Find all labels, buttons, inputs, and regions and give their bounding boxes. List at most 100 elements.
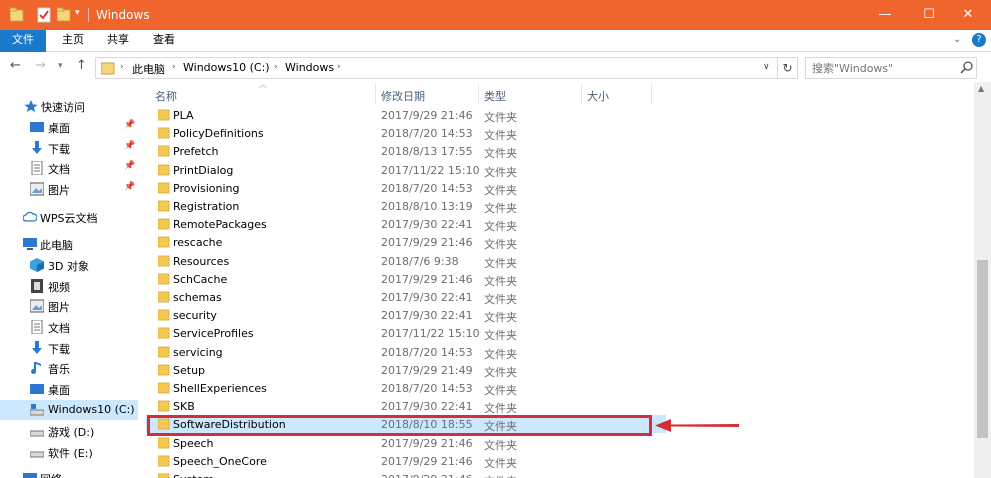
folder-icon — [158, 364, 170, 376]
nav-item-music[interactable]: 音乐 — [0, 358, 138, 378]
table-row[interactable]: PLA 2017/9/29 21:46 文件夹 — [146, 106, 666, 124]
nav-item-documents-pinned[interactable]: 文档 📌 — [0, 158, 138, 178]
customize-quick-access-icon[interactable]: ▾ — [75, 8, 85, 24]
breadcrumb-this-pc[interactable]: 此电脑 — [132, 61, 165, 77]
nav-item-label: 游戏 (D:) — [48, 426, 95, 439]
ribbon-tabs: 文件 主页 共享 查看 ⌄ ? — [0, 30, 991, 52]
pin-icon[interactable]: 📌 — [124, 161, 135, 171]
breadcrumb-separator-icon[interactable]: › — [337, 62, 341, 72]
vertical-scrollbar[interactable]: ▲ — [974, 82, 991, 478]
file-type: 文件夹 — [484, 329, 517, 343]
scrollbar-thumb[interactable] — [977, 260, 988, 438]
nav-item-videos[interactable]: 视频 — [0, 276, 138, 296]
nav-item-3d-objects[interactable]: 3D 对象 — [0, 255, 138, 275]
folder-icon — [158, 346, 170, 357]
address-bar[interactable]: › 此电脑 › Windows10 (C:) › Windows › ∨ — [95, 57, 778, 79]
column-divider[interactable] — [651, 84, 652, 104]
refresh-button[interactable]: ↻ — [778, 57, 798, 79]
nav-item-label: 图片 — [48, 301, 70, 314]
expand-ribbon-icon[interactable]: ⌄ — [953, 34, 961, 45]
search-icon[interactable] — [960, 60, 974, 74]
table-row[interactable]: schemas 2017/9/30 22:41 文件夹 — [146, 288, 666, 306]
breadcrumb-separator-icon[interactable]: › — [172, 62, 176, 72]
breadcrumb-windows[interactable]: Windows — [285, 61, 334, 74]
table-row[interactable]: ServiceProfiles 2017/11/22 15:10 文件夹 — [146, 324, 666, 342]
tab-share[interactable]: 共享 — [100, 30, 136, 52]
file-name: PrintDialog — [173, 163, 234, 177]
recent-locations-icon[interactable]: ▾ — [58, 61, 63, 71]
search-box[interactable] — [805, 57, 977, 79]
file-modified: 2018/7/20 14:53 — [381, 181, 473, 195]
table-row[interactable]: servicing 2018/7/20 14:53 文件夹 — [146, 343, 666, 361]
column-divider[interactable] — [375, 84, 376, 104]
help-icon[interactable]: ? — [972, 33, 986, 47]
column-divider[interactable] — [581, 84, 582, 104]
nav-item-this-pc[interactable]: 此电脑 — [0, 234, 138, 254]
table-row[interactable]: Prefetch 2018/8/13 17:55 文件夹 — [146, 142, 666, 160]
scroll-up-icon[interactable]: ▲ — [978, 84, 984, 93]
table-row[interactable]: SKB 2017/9/30 22:41 文件夹 — [146, 397, 666, 415]
pin-icon[interactable]: 📌 — [124, 141, 135, 151]
highlight-box — [147, 415, 652, 436]
table-row[interactable]: rescache 2017/9/29 21:46 文件夹 — [146, 233, 666, 251]
nav-item-drive-e[interactable]: 软件 (E:) — [0, 442, 138, 462]
drive-icon — [30, 451, 44, 458]
nav-item-drive-c[interactable]: Windows10 (C:) — [0, 400, 138, 420]
nav-item-pictures-pinned[interactable]: 图片 📌 — [0, 179, 138, 199]
back-arrow-icon[interactable]: ← — [10, 58, 21, 73]
folder-icon — [158, 473, 170, 478]
table-row[interactable]: RemotePackages 2017/9/30 22:41 文件夹 — [146, 215, 666, 233]
nav-item-pictures[interactable]: 图片 — [0, 296, 138, 316]
minimize-button[interactable]: — — [862, 0, 908, 30]
navigation-pane-scrollbar[interactable] — [138, 82, 146, 478]
file-modified: 2018/7/6 9:38 — [381, 254, 459, 268]
address-dropdown-icon[interactable]: ∨ — [763, 62, 770, 72]
table-row[interactable]: Speech 2017/9/29 21:46 文件夹 — [146, 434, 666, 452]
file-name: Prefetch — [173, 145, 219, 159]
table-row[interactable]: ShellExperiences 2018/7/20 14:53 文件夹 — [146, 379, 666, 397]
breadcrumb-drive[interactable]: Windows10 (C:) — [183, 61, 270, 74]
table-row[interactable]: Resources 2018/7/6 9:38 文件夹 — [146, 252, 666, 270]
column-type-header[interactable]: 类型 — [484, 88, 506, 104]
column-divider[interactable] — [478, 84, 479, 104]
tab-view[interactable]: 查看 — [146, 30, 182, 52]
table-row[interactable]: PrintDialog 2017/11/22 15:10 文件夹 — [146, 161, 666, 179]
breadcrumb-separator-icon[interactable]: › — [120, 62, 124, 72]
nav-item-documents[interactable]: 文档 — [0, 317, 138, 337]
table-row[interactable]: Speech_OneCore 2017/9/29 21:46 文件夹 — [146, 452, 666, 470]
nav-item-desktop-pinned[interactable]: 桌面 📌 — [0, 117, 138, 137]
nav-item-wps-cloud[interactable]: WPS云文档 — [0, 207, 138, 227]
tab-home[interactable]: 主页 — [55, 30, 91, 52]
column-size-header[interactable]: 大小 — [587, 88, 609, 104]
forward-arrow-icon[interactable]: → — [35, 58, 46, 73]
table-row[interactable]: System 2017/9/29 21:46 文件夹 — [146, 470, 666, 478]
nav-item-downloads[interactable]: 下载 — [0, 338, 138, 358]
search-input[interactable] — [806, 58, 956, 78]
column-modified-header[interactable]: 修改日期 — [381, 88, 425, 104]
close-button[interactable]: ✕ — [945, 0, 991, 30]
pin-icon[interactable]: 📌 — [124, 182, 135, 192]
nav-item-quick-access[interactable]: 快速访问 — [0, 96, 138, 116]
table-row[interactable]: security 2017/9/30 22:41 文件夹 — [146, 306, 666, 324]
table-row[interactable]: SchCache 2017/9/29 21:46 文件夹 — [146, 270, 666, 288]
table-row[interactable]: PolicyDefinitions 2018/7/20 14:53 文件夹 — [146, 124, 666, 142]
file-name: Speech — [173, 436, 214, 450]
nav-item-label: 桌面 — [48, 122, 70, 135]
new-folder-icon[interactable] — [57, 7, 71, 23]
file-type: 文件夹 — [484, 402, 517, 416]
table-row[interactable]: Provisioning 2018/7/20 14:53 文件夹 — [146, 179, 666, 197]
table-row[interactable]: Setup 2017/9/29 21:49 文件夹 — [146, 361, 666, 379]
file-type: 文件夹 — [484, 183, 517, 197]
up-arrow-icon[interactable]: ↑ — [76, 58, 87, 73]
nav-item-drive-d[interactable]: 游戏 (D:) — [0, 421, 138, 441]
column-name-header[interactable]: 名称 — [155, 88, 177, 104]
nav-item-downloads-pinned[interactable]: 下载 📌 — [0, 138, 138, 158]
breadcrumb-separator-icon[interactable]: › — [274, 62, 278, 72]
file-modified: 2018/7/20 14:53 — [381, 345, 473, 359]
tab-file[interactable]: 文件 — [0, 30, 46, 52]
nav-item-desktop[interactable]: 桌面 — [0, 379, 138, 399]
pin-icon[interactable]: 📌 — [124, 120, 135, 130]
nav-item-network[interactable]: 网络 — [0, 468, 138, 478]
table-row[interactable]: Registration 2018/8/10 13:19 文件夹 — [146, 197, 666, 215]
properties-icon[interactable] — [37, 7, 51, 23]
